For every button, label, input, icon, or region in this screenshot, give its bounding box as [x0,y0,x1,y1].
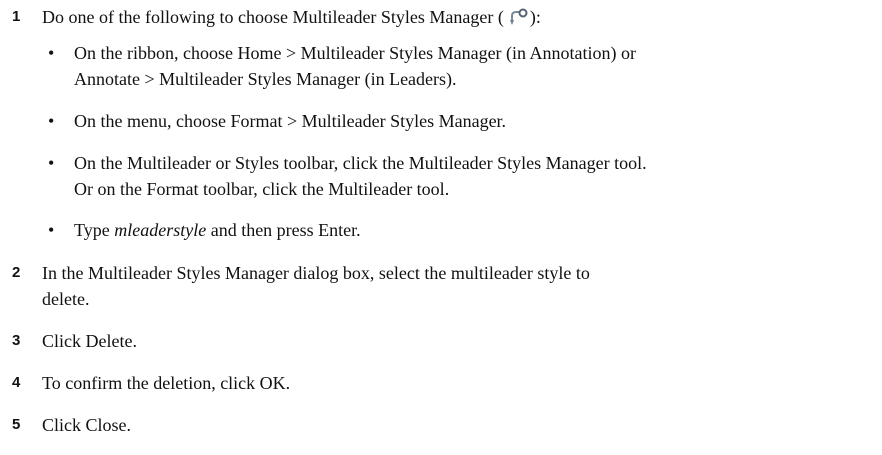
bullet-text: Or on the Format toolbar, click the Mult… [74,179,450,199]
bullet-text: On the menu, choose Format > Multileader… [74,111,507,131]
bullet-icon: • [48,43,55,63]
step-number: 4 [12,374,21,391]
bullet-text: Annotate > Multileader Styles Manager (i… [74,69,457,89]
step-text-continuation: delete. [42,289,90,309]
bullet-icon: • [48,220,55,240]
step-text: Click Close. [42,415,131,435]
step-text: In the Multileader Styles Manager dialog… [42,263,590,283]
step-number: 2 [12,264,21,281]
bullet-icon: • [48,111,55,131]
step-number: 1 [12,8,21,25]
multileader-styles-manager-icon [504,8,530,26]
step-number: 5 [12,416,21,433]
step-text: To confirm the deletion, click OK. [42,373,291,393]
bullet-text: Type mleaderstyle and then press Enter. [74,220,361,240]
bullet-text: On the ribbon, choose Home > Multileader… [74,43,637,63]
step-number: 3 [12,332,21,349]
command-name: mleaderstyle [114,220,207,240]
instruction-document: 1 Do one of the following to choose Mult… [0,0,882,455]
step-text: Do one of the following to choose Multil… [42,7,541,27]
bullet-icon: • [48,153,55,173]
step-text: Click Delete. [42,331,137,351]
bullet-text: On the Multileader or Styles toolbar, cl… [74,153,647,173]
